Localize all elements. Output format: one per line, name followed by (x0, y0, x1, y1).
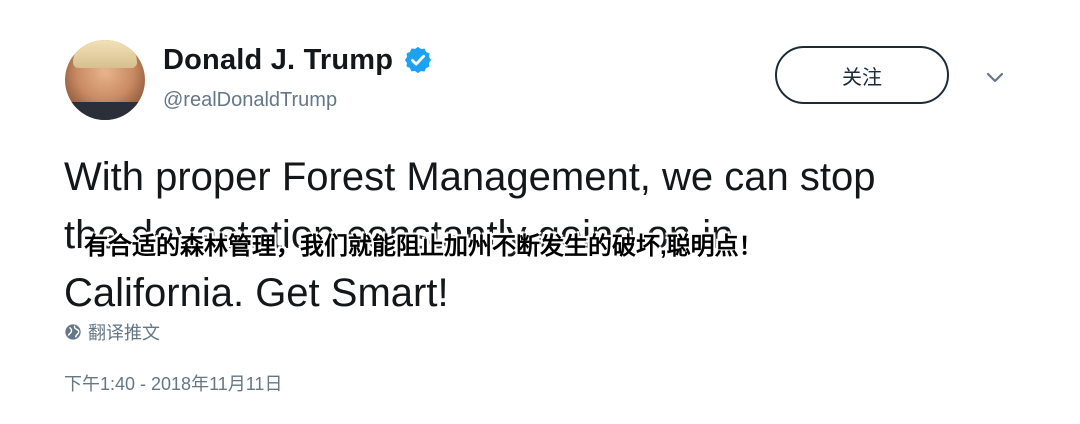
globe-icon (65, 324, 81, 340)
avatar[interactable] (65, 40, 145, 120)
avatar-suit (65, 102, 145, 120)
display-name[interactable]: Donald J. Trump (163, 44, 393, 77)
user-handle[interactable]: @realDonaldTrump (163, 89, 337, 112)
chevron-down-icon[interactable] (984, 66, 1006, 88)
avatar-hair (73, 40, 137, 68)
follow-button[interactable]: 关注 (775, 46, 949, 104)
tweet-timestamp[interactable]: 下午1:40 - 2018年11月11日 (64, 370, 282, 396)
verified-badge-icon (404, 46, 432, 74)
chinese-subtitle-overlay: 有合适的森林管理，我们就能阻止加州不断发生的破坏,聪明点！ (84, 233, 763, 260)
tweet-card: Donald J. Trump @realDonaldTrump 关注 With… (0, 0, 1080, 424)
translate-tweet-link[interactable]: 翻译推文 (64, 320, 160, 344)
translate-label: 翻译推文 (88, 323, 160, 343)
